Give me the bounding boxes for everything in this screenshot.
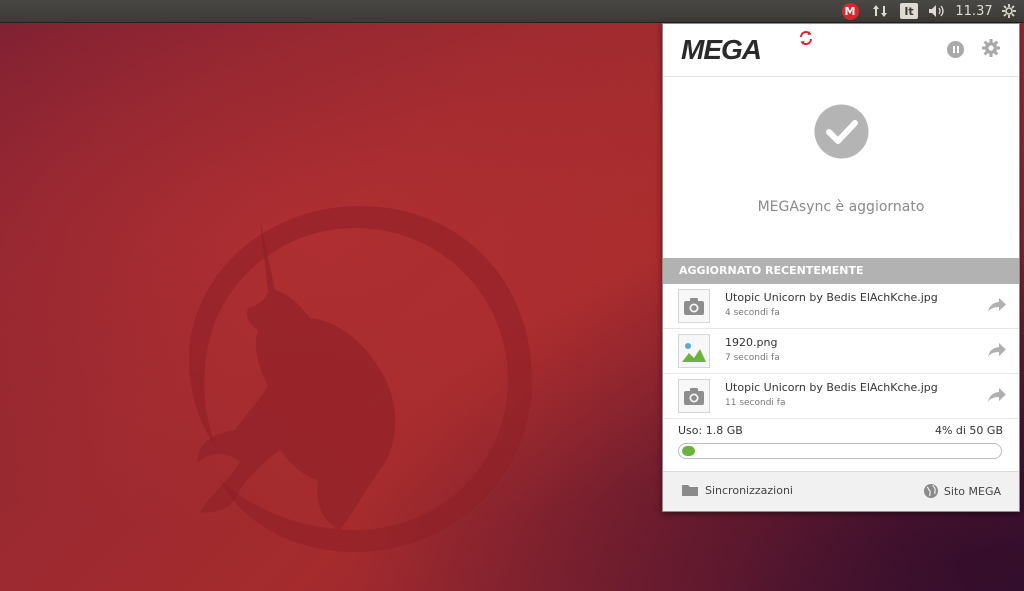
globe-icon bbox=[923, 484, 938, 498]
keyboard-layout-label: It bbox=[900, 3, 918, 19]
pause-button[interactable] bbox=[947, 41, 964, 58]
unicorn-wallpaper-art bbox=[189, 205, 532, 552]
recent-file-time: 7 secondi fa bbox=[725, 353, 780, 363]
network-transfer-icon[interactable] bbox=[870, 0, 890, 22]
mega-tray-letter: M bbox=[841, 2, 859, 20]
storage-progress-fill bbox=[682, 446, 695, 456]
usage-percent: 4% di 50 GB bbox=[934, 424, 1003, 437]
settings-gear-icon[interactable] bbox=[981, 38, 1001, 58]
recent-file-item[interactable]: Utopic Unicorn by Bedis ElAchKche.jpg 11… bbox=[663, 374, 1019, 419]
recent-file-time: 4 secondi fa bbox=[725, 308, 780, 318]
clock[interactable]: 11.37 bbox=[955, 0, 993, 22]
mega-logo: MEGA bbox=[681, 34, 762, 65]
mega-site-button[interactable]: Sito MEGA bbox=[923, 483, 1001, 499]
up-to-date-check-icon bbox=[814, 104, 869, 159]
system-gear-icon[interactable] bbox=[999, 0, 1019, 22]
recent-file-item[interactable]: 1920.png 7 secondi fa bbox=[663, 329, 1019, 374]
syncs-label: Sincronizzazioni bbox=[705, 483, 793, 497]
share-arrow-icon[interactable] bbox=[987, 387, 1007, 403]
recent-file-name: Utopic Unicorn by Bedis ElAchKche.jpg bbox=[725, 291, 938, 304]
storage-progress-bar bbox=[678, 443, 1002, 459]
recent-file-item[interactable]: Utopic Unicorn by Bedis ElAchKche.jpg 4 … bbox=[663, 284, 1019, 329]
popup-header: MEGA bbox=[663, 24, 1019, 77]
folder-icon bbox=[682, 485, 698, 496]
sync-status-area: MEGAsync è aggiornato bbox=[663, 77, 1019, 258]
share-arrow-icon[interactable] bbox=[987, 342, 1007, 358]
recent-file-name: Utopic Unicorn by Bedis ElAchKche.jpg bbox=[725, 381, 938, 394]
image-icon bbox=[678, 334, 710, 368]
syncs-button[interactable]: Sincronizzazioni bbox=[681, 483, 793, 497]
status-text: MEGAsync è aggiornato bbox=[757, 199, 925, 215]
keyboard-layout-indicator[interactable]: It bbox=[899, 0, 919, 22]
recent-file-time: 11 secondi fa bbox=[725, 398, 786, 408]
recently-updated-header: AGGIORNATO RECENTEMENTE bbox=[663, 258, 1019, 284]
mega-site-label: Sito MEGA bbox=[943, 484, 1001, 498]
storage-usage-area: Uso: 1.8 GB 4% di 50 GB bbox=[663, 419, 1019, 472]
megasync-popup: MEGA MEGAsync è aggiornato AGGIORNATO RE… bbox=[662, 23, 1020, 512]
usage-label: Uso: 1.8 GB bbox=[678, 424, 743, 437]
camera-icon bbox=[678, 379, 710, 413]
share-arrow-icon[interactable] bbox=[987, 297, 1007, 313]
volume-icon[interactable] bbox=[926, 0, 948, 22]
top-panel: M It 11.37 bbox=[0, 0, 1024, 23]
sync-refresh-icon bbox=[800, 31, 812, 45]
mega-tray-icon[interactable]: M bbox=[840, 0, 860, 22]
recent-file-name: 1920.png bbox=[725, 336, 778, 349]
popup-footer: Sincronizzazioni Sito MEGA bbox=[663, 472, 1019, 511]
camera-icon bbox=[678, 289, 710, 323]
